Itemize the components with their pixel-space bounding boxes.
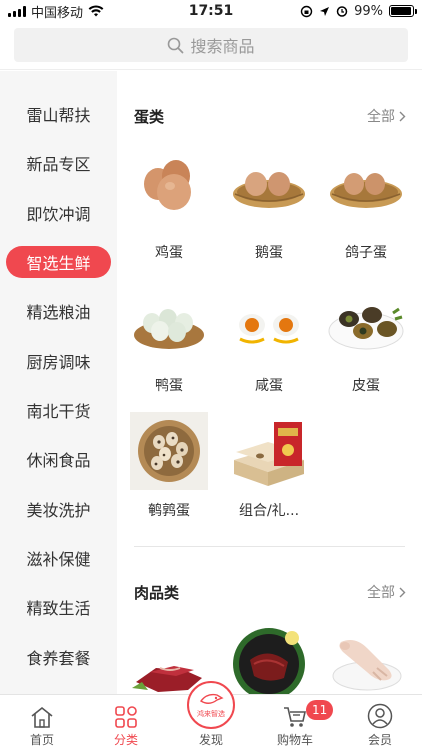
section-all-label: 全部 (367, 585, 395, 601)
section-title-meat: 肉品类 (134, 584, 180, 602)
location-icon (320, 6, 330, 16)
home-icon (31, 706, 53, 728)
cart-count-badge: 11 (306, 700, 334, 720)
product-gift-set[interactable]: 组合/礼... (228, 412, 310, 520)
category-sidebar: 雷山帮扶 新品专区 即饮冲调 智选生鲜 精选粮油 厨房调味 南北干货 休闲食品 … (0, 71, 117, 694)
sidebar-item-drinks[interactable]: 即饮冲调 (6, 197, 111, 229)
category-grid-icon (115, 706, 137, 728)
sidebar-item-snacks[interactable]: 休闲食品 (6, 443, 111, 475)
product-name: 鹌鹑蛋 (148, 503, 190, 519)
section-all-label: 全部 (367, 109, 395, 125)
duck-egg-image (130, 287, 208, 365)
sidebar-item-seasoning[interactable]: 厨房调味 (6, 345, 111, 377)
cart-icon (284, 707, 306, 727)
tab-cart-label: 购物车 (276, 733, 313, 747)
sidebar-item-dried-goods[interactable]: 南北干货 (6, 394, 111, 426)
sidebar-item-fresh[interactable]: 智选生鲜 (6, 246, 111, 278)
product-quail-egg[interactable]: 鹌鹑蛋 (128, 412, 210, 520)
discover-center-button[interactable]: 鸿来智选 (187, 681, 235, 729)
tab-home-label: 首页 (29, 733, 54, 747)
product-meat-3[interactable] (325, 624, 407, 694)
product-name: 组合/礼... (238, 503, 300, 519)
product-name: 鸭蛋 (155, 378, 183, 394)
product-chicken-egg[interactable]: 鸡蛋 (128, 154, 210, 262)
product-duck-egg[interactable]: 鸭蛋 (128, 287, 210, 395)
search-header: 搜索商品 (0, 24, 422, 70)
tab-member[interactable]: 会员 (338, 695, 422, 751)
chevron-right-icon (399, 587, 406, 597)
product-name: 鸽子蛋 (345, 245, 387, 261)
tab-home[interactable]: 首页 (0, 695, 84, 751)
sidebar-item-leishan[interactable]: 雷山帮扶 (6, 98, 111, 130)
carrier-label: 中国移动 (31, 5, 84, 21)
tab-category[interactable]: 分类 (84, 695, 168, 751)
status-bar: 中国移动 17:51 99% (0, 0, 422, 22)
product-name: 鹅蛋 (255, 245, 283, 261)
section-all-eggs-link[interactable]: 全部 (367, 106, 406, 126)
sidebar-item-lifestyle[interactable]: 精致生活 (6, 591, 111, 623)
wifi-icon (88, 5, 104, 17)
pigeon-egg-image (327, 154, 405, 232)
search-icon (168, 37, 184, 53)
section-divider (134, 546, 405, 547)
brand-logo-text: 鸿来智选 (197, 710, 225, 718)
tab-discover-label: 发现 (198, 733, 223, 747)
search-input[interactable]: 搜索商品 (14, 28, 408, 62)
quail-egg-image (130, 412, 208, 490)
century-egg-image (327, 287, 405, 365)
alarm-icon (336, 6, 348, 17)
section-all-meat-link[interactable]: 全部 (367, 582, 406, 602)
search-placeholder: 搜索商品 (190, 37, 255, 56)
product-name: 皮蛋 (352, 378, 380, 394)
salted-egg-image (230, 287, 308, 365)
sidebar-item-beauty[interactable]: 美妆洗护 (6, 493, 111, 525)
bottom-tab-bar: 首页 分类 发现 鸿来智选 购物车 11 会员 (0, 681, 422, 751)
product-goose-egg[interactable]: 鹅蛋 (228, 154, 310, 262)
sidebar-item-new[interactable]: 新品专区 (6, 147, 111, 179)
category-content: 蛋类 全部 鸡蛋 鹅蛋 鸽子蛋 鸭蛋 咸蛋 皮蛋 鹌鹑蛋 组合/礼... 肉品类… (117, 71, 422, 694)
sidebar-item-health[interactable]: 滋补保健 (6, 542, 111, 574)
chevron-right-icon (399, 111, 406, 121)
gift-set-image (230, 412, 308, 490)
product-pigeon-egg[interactable]: 鸽子蛋 (325, 154, 407, 262)
section-title-eggs: 蛋类 (134, 108, 165, 126)
brand-logo-icon (199, 693, 224, 704)
battery-icon (389, 5, 417, 17)
product-name: 咸蛋 (255, 378, 283, 394)
tab-member-label: 会员 (367, 733, 392, 747)
product-century-egg[interactable]: 皮蛋 (325, 287, 407, 395)
user-icon (367, 703, 393, 729)
pork-trotter-image (327, 624, 405, 694)
product-meat-2[interactable] (228, 624, 310, 694)
tab-category-label: 分类 (113, 733, 138, 747)
product-salted-egg[interactable]: 咸蛋 (228, 287, 310, 395)
battery-label: 99% (354, 3, 383, 19)
beef-image (130, 624, 208, 694)
braised-meat-image (230, 624, 308, 694)
chicken-egg-image (130, 154, 208, 232)
product-name: 鸡蛋 (155, 245, 183, 261)
sidebar-item-grain-oil[interactable]: 精选粮油 (6, 295, 111, 327)
orientation-lock-icon (300, 5, 313, 17)
sidebar-item-meal-sets[interactable]: 食养套餐 (6, 641, 111, 673)
goose-egg-image (230, 154, 308, 232)
signal-icon (8, 5, 26, 17)
